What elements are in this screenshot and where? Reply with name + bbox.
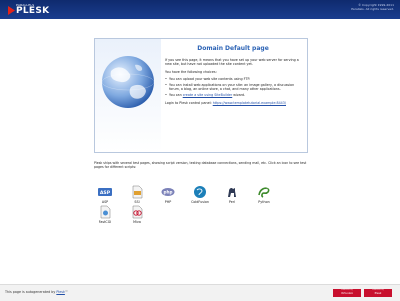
plesk-logo[interactable]: PARALLELS PLESK <box>8 3 68 17</box>
choices-heading: You have the following choices: <box>165 69 217 74</box>
copyright-notice: © Copyright 1999-2011 Parallels. All rig… <box>351 3 394 11</box>
choice-ftp: You can upload your web site contents us… <box>165 77 301 82</box>
script-coldfusion[interactable]: ColdFusion <box>188 185 212 204</box>
default-page-panel: Domain Default page If you see this page… <box>94 38 308 153</box>
miva-icon <box>132 205 143 219</box>
script-perl[interactable]: Perl <box>220 185 244 204</box>
fastcgi-icon <box>100 205 111 219</box>
powered-by-virtuozzo-badge[interactable]: Powered by Virtuozzo <box>333 289 361 297</box>
choice-sitebuilder: You can create a site using SiteBuilder … <box>165 92 301 98</box>
script-python-label: Python <box>258 200 270 204</box>
script-miva[interactable]: Miva <box>125 205 149 224</box>
choice-sitebuilder-pre: You can <box>169 92 183 97</box>
login-line: Login to Plesk control panel: https://ww… <box>165 101 301 105</box>
footer-text-pre: This page is autogenerated by <box>5 290 57 294</box>
powered-by-plesk-badge[interactable]: Powered by Plesk <box>364 289 392 297</box>
script-php-label: PHP <box>164 200 172 204</box>
login-label: Login to Plesk control panel: <box>165 101 213 106</box>
script-miva-label: Miva <box>133 220 141 224</box>
top-header-bar: PARALLELS PLESK © Copyright 1999-2011 Pa… <box>0 0 400 19</box>
plesk-footer-link[interactable]: Plesk <box>56 290 65 294</box>
plesk-logo-mark-icon <box>8 6 15 15</box>
script-fastcgi[interactable]: FastCGI <box>93 205 117 224</box>
intro-paragraph: If you see this page, it means that you … <box>165 58 299 67</box>
script-fastcgi-label: FastCGI <box>98 220 112 224</box>
script-python[interactable]: Python <box>252 185 276 204</box>
copyright-line-2: Parallels. All rights reserved. <box>351 7 394 11</box>
script-php[interactable]: php PHP <box>156 185 180 204</box>
php-icon: php <box>161 188 175 196</box>
script-asp[interactable]: ASP ASP <box>93 185 117 204</box>
page-footer: This page is autogenerated by Plesk™ Pow… <box>0 284 400 301</box>
script-coldfusion-label: ColdFusion <box>191 200 209 204</box>
script-ssi[interactable]: SSI <box>125 185 149 204</box>
page-title: Domain Default page <box>197 45 269 52</box>
svg-text:php: php <box>164 190 173 195</box>
footer-text: This page is autogenerated by Plesk™ <box>5 290 68 294</box>
choices-list: You can upload your web site contents us… <box>165 77 301 98</box>
script-perl-label: Perl <box>228 200 236 204</box>
globe-illustration-area <box>95 39 161 152</box>
badge1-label: Virtuozzo <box>340 292 354 295</box>
choice-web-apps: You can install web applications on your… <box>165 83 301 92</box>
choice-sitebuilder-post: wizard. <box>232 92 246 97</box>
svg-text:ASP: ASP <box>100 190 111 196</box>
perl-icon <box>228 187 236 197</box>
python-icon <box>258 187 270 198</box>
plesk-wordmark: PLESK <box>16 6 50 16</box>
script-asp-label: ASP <box>101 200 109 204</box>
footer-text-post: ™ <box>64 290 69 294</box>
script-ssi-label: SSI <box>134 200 140 204</box>
badge2-label: Plesk <box>374 292 382 295</box>
ssi-icon <box>132 185 143 199</box>
control-panel-link[interactable]: https://www.templatetutorial.example:844… <box>213 101 286 105</box>
scripts-intro-text: Plesk ships with several test pages, sho… <box>94 161 307 170</box>
coldfusion-icon <box>194 186 206 198</box>
globe-icon <box>101 56 155 108</box>
sitebuilder-link[interactable]: create a site using SiteBuilder <box>183 93 233 97</box>
panel-text-content: Domain Default page If you see this page… <box>165 45 301 105</box>
main-content-area: Domain Default page If you see this page… <box>0 19 400 284</box>
asp-icon: ASP <box>98 188 112 196</box>
